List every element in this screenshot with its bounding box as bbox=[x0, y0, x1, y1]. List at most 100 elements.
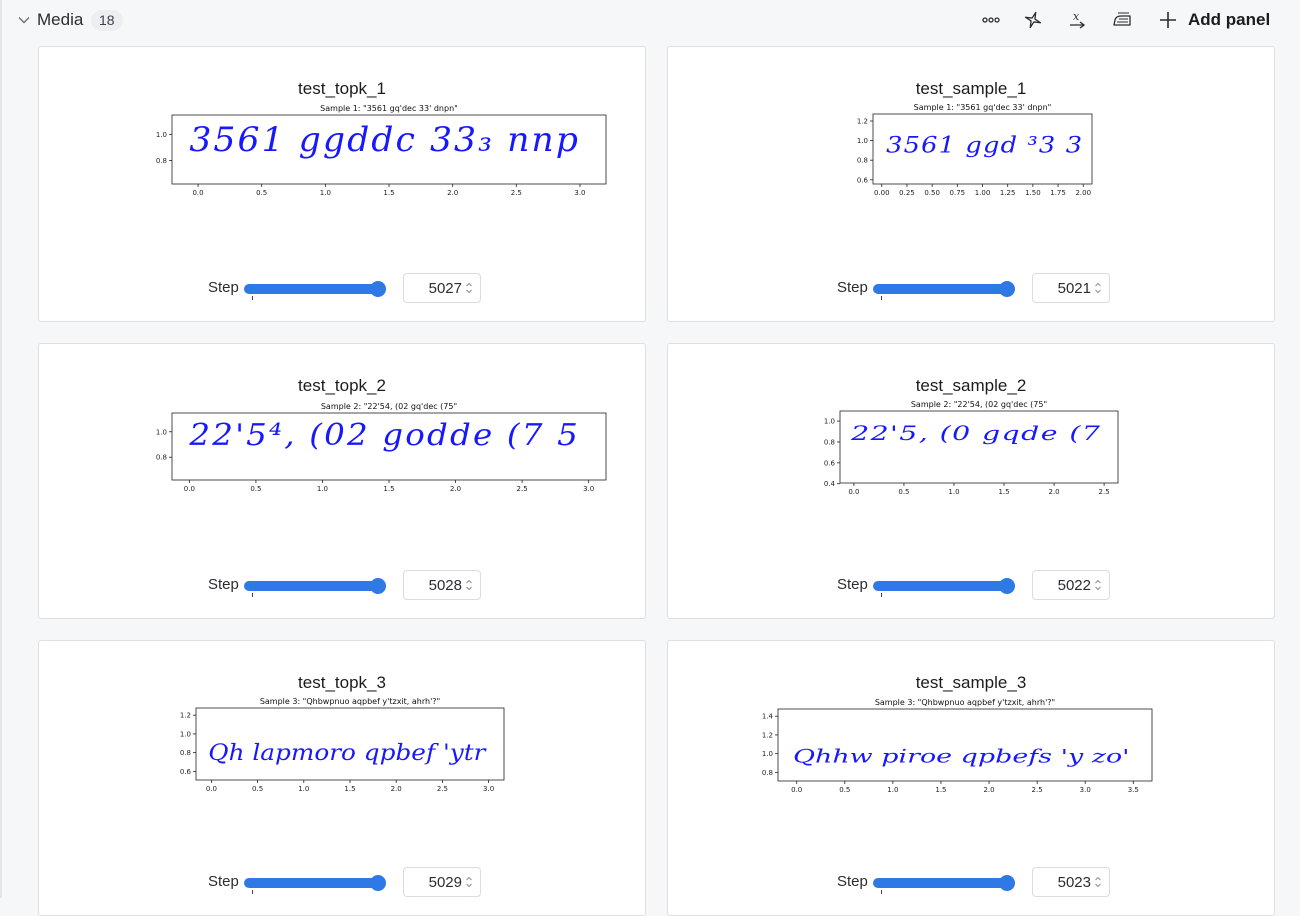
x-tick-label: 0.5 bbox=[839, 786, 850, 794]
stepper-arrows-icon[interactable] bbox=[1094, 876, 1102, 888]
x-tick-label: 2.0 bbox=[391, 785, 402, 793]
stepper-arrows-icon[interactable] bbox=[465, 579, 473, 591]
y-tick-label: 0.8 bbox=[156, 157, 167, 165]
plot-title: Sample 1: "3561 gq'dec 33' dnpn" bbox=[320, 104, 458, 113]
plot-image: Sample 3: "Qhbwpnuo aqpbef y'tzxit, ahrh… bbox=[180, 697, 505, 793]
x-tick-label: 1.5 bbox=[998, 488, 1009, 496]
slider-thumb[interactable] bbox=[370, 875, 386, 891]
x-tick-label: 0.75 bbox=[950, 189, 966, 197]
x-tick-label: 2.0 bbox=[450, 485, 461, 493]
x-tick-label: 3.0 bbox=[583, 485, 594, 493]
section-title[interactable]: Media bbox=[37, 10, 83, 30]
x-tick-label: 2.0 bbox=[983, 786, 994, 794]
y-tick-label: 1.2 bbox=[762, 731, 773, 739]
slider-thumb[interactable] bbox=[999, 875, 1015, 891]
x-tick-label: 1.0 bbox=[317, 485, 328, 493]
slider-tick bbox=[252, 296, 253, 300]
slider-thumb[interactable] bbox=[370, 578, 386, 594]
slider-tick bbox=[881, 890, 882, 894]
y-tick-label: 0.6 bbox=[857, 176, 869, 184]
y-tick-label: 0.8 bbox=[156, 454, 167, 462]
step-label: Step bbox=[208, 576, 239, 593]
y-tick-label: 1.0 bbox=[857, 137, 868, 145]
step-input[interactable] bbox=[1033, 274, 1091, 302]
svg-text:x: x bbox=[1073, 10, 1080, 23]
handwriting-strokes: Qhhw piroe qpbefs 'y zo' bbox=[793, 745, 1130, 767]
slider-thumb[interactable] bbox=[999, 578, 1015, 594]
step-label: Step bbox=[837, 576, 868, 593]
media-panel[interactable]: test_sample_3 Sample 3: "Qhbwpnuo aqpbef … bbox=[667, 640, 1275, 916]
step-stepper[interactable] bbox=[403, 867, 481, 897]
y-tick-label: 1.2 bbox=[180, 712, 191, 720]
y-tick-label: 1.0 bbox=[180, 730, 191, 738]
more-icon[interactable] bbox=[980, 9, 1002, 31]
step-input[interactable] bbox=[404, 274, 462, 302]
x-tick-label: 2.0 bbox=[1048, 488, 1059, 496]
slider-thumb[interactable] bbox=[370, 281, 386, 297]
step-slider[interactable] bbox=[873, 574, 1015, 598]
step-stepper[interactable] bbox=[1032, 570, 1110, 600]
step-input[interactable] bbox=[404, 571, 462, 599]
step-stepper[interactable] bbox=[403, 570, 481, 600]
step-label: Step bbox=[837, 873, 868, 890]
y-tick-label: 0.4 bbox=[824, 480, 836, 488]
step-label: Step bbox=[208, 873, 239, 890]
step-slider[interactable] bbox=[873, 871, 1015, 895]
x-tick-label: 1.5 bbox=[383, 485, 394, 493]
x-tick-label: 1.5 bbox=[383, 189, 394, 197]
y-tick-label: 1.4 bbox=[762, 713, 774, 721]
step-label: Step bbox=[837, 279, 868, 296]
x-tick-label: 1.25 bbox=[1000, 189, 1016, 197]
x-tick-label: 3.0 bbox=[1080, 786, 1091, 794]
step-slider[interactable] bbox=[244, 871, 386, 895]
x-tick-label: 0.0 bbox=[184, 485, 195, 493]
y-tick-label: 1.0 bbox=[762, 750, 773, 758]
media-panel[interactable]: test_topk_3 Sample 3: "Qhbwpnuo aqpbef y'… bbox=[38, 640, 646, 916]
step-stepper[interactable] bbox=[1032, 273, 1110, 303]
step-stepper[interactable] bbox=[1032, 867, 1110, 897]
x-tick-label: 0.5 bbox=[898, 488, 909, 496]
media-panel[interactable]: test_sample_1 Sample 1: "3561 gq'dec 33' … bbox=[667, 46, 1275, 322]
step-slider[interactable] bbox=[244, 277, 386, 301]
y-tick-label: 1.2 bbox=[857, 118, 868, 126]
stepper-arrows-icon[interactable] bbox=[1094, 579, 1102, 591]
slider-tick bbox=[252, 593, 253, 597]
x-tick-label: 0.25 bbox=[899, 189, 915, 197]
step-slider[interactable] bbox=[244, 574, 386, 598]
step-input[interactable] bbox=[1033, 868, 1091, 896]
x-tick-label: 3.0 bbox=[483, 785, 494, 793]
plot-image: Sample 2: "22'54, (02 gq'dec (75" 0.0 0.5 1… bbox=[156, 402, 607, 493]
plot-title: Sample 3: "Qhbwpnuo aqpbef y'tzxit, ahrh… bbox=[875, 698, 1055, 707]
sparkle-icon[interactable] bbox=[1022, 9, 1044, 31]
stepper-arrows-icon[interactable] bbox=[465, 876, 473, 888]
y-tick-label: 0.6 bbox=[824, 459, 836, 467]
variable-icon[interactable]: x bbox=[1067, 9, 1089, 31]
slider-tick bbox=[881, 593, 882, 597]
stepper-arrows-icon[interactable] bbox=[465, 282, 473, 294]
slider-tick bbox=[881, 296, 882, 300]
x-tick-label: 0.5 bbox=[256, 189, 267, 197]
iron-icon[interactable] bbox=[1111, 9, 1133, 31]
add-panel-button[interactable]: Add panel bbox=[1158, 7, 1270, 33]
slider-track bbox=[873, 878, 1009, 888]
handwriting-strokes: 3561 ggddc 33₃ nnp bbox=[189, 120, 580, 160]
step-input[interactable] bbox=[1033, 571, 1091, 599]
x-tick-label: 2.5 bbox=[437, 785, 448, 793]
media-panel[interactable]: test_topk_1 Sample 1: "3561 gq'dec 33' dn… bbox=[38, 46, 646, 322]
media-panel[interactable]: test_sample_2 Sample 2: "22'54, (02 gq'de… bbox=[667, 343, 1275, 619]
slider-track bbox=[244, 284, 380, 294]
step-slider[interactable] bbox=[873, 277, 1015, 301]
x-tick-label: 2.5 bbox=[1032, 786, 1043, 794]
media-panel[interactable]: test_topk_2 Sample 2: "22'54, (02 gq'dec … bbox=[38, 343, 646, 619]
x-tick-label: 1.0 bbox=[320, 189, 331, 197]
y-tick-label: 1.0 bbox=[824, 418, 835, 426]
plot-image: Sample 2: "22'54, (02 gq'dec (75" 0.0 0.5 1… bbox=[824, 400, 1119, 496]
x-tick-label: 2.00 bbox=[1075, 189, 1091, 197]
slider-thumb[interactable] bbox=[999, 281, 1015, 297]
chevron-down-icon[interactable] bbox=[17, 13, 31, 27]
step-stepper[interactable] bbox=[403, 273, 481, 303]
step-input[interactable] bbox=[404, 868, 462, 896]
stepper-arrows-icon[interactable] bbox=[1094, 282, 1102, 294]
x-tick-label: 3.0 bbox=[574, 189, 585, 197]
x-tick-label: 0.5 bbox=[250, 485, 261, 493]
